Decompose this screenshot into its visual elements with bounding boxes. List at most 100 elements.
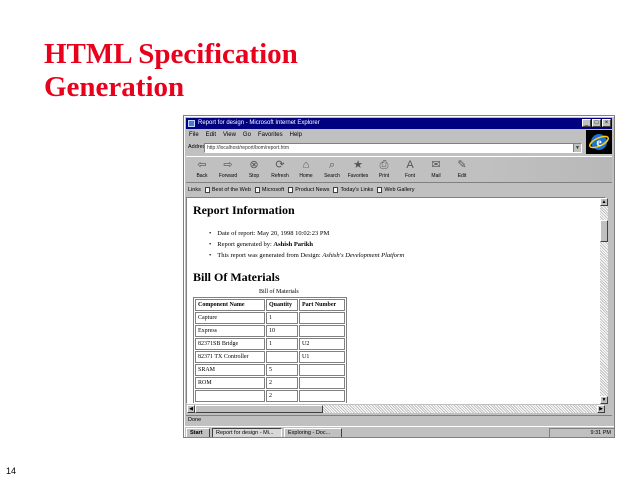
menu-file[interactable]: File (189, 130, 199, 140)
list-item: This report was generated from Design: A… (209, 250, 593, 261)
table-cell: 2 (266, 377, 298, 389)
status-text: Done (188, 417, 202, 423)
home-icon: ⌂ (302, 159, 310, 171)
report-date-value: May 20, 1998 10:02:23 PM (257, 230, 330, 237)
taskbar-item-ie[interactable]: Report for design - Mi... (212, 427, 282, 437)
print-button[interactable]: ⎙ Print (372, 157, 396, 183)
page-body: Report Information Date of report: May 2… (193, 202, 593, 403)
toolbar: ⇦ Back ⇨ Forward ⊗ Stop ⟳ Refresh ⌂ Home ⌕ Sea… (186, 156, 612, 183)
link-microsoft[interactable]: Microsoft (254, 185, 285, 195)
ie-e-logo-icon: e (589, 134, 609, 150)
table-cell (195, 390, 265, 402)
table-cell: Capture (195, 312, 265, 324)
stop-button[interactable]: ⊗ Stop (242, 157, 266, 183)
bom-heading: Bill Of Materials (193, 270, 280, 284)
ie-app-icon (188, 120, 195, 127)
forward-arrow-icon: ⇨ (223, 159, 233, 171)
font-icon: A (406, 159, 414, 171)
table-cell: U2 (299, 338, 345, 350)
column-header: Quantity (266, 299, 298, 311)
slide-title-line-1: HTML Specification (44, 38, 298, 70)
table-cell (266, 351, 298, 363)
menu-view[interactable]: View (223, 130, 236, 140)
slide-title-line-2: Generation (44, 71, 185, 103)
table-cell: 1 (266, 312, 298, 324)
search-button-label: Search (324, 173, 340, 179)
scroll-up-icon[interactable]: ▲ (600, 198, 608, 206)
scroll-right-icon[interactable]: ▶ (597, 405, 605, 413)
vertical-scrollbar[interactable]: ▲ ▼ (600, 198, 608, 404)
start-button[interactable]: Start (186, 427, 210, 437)
report-design-prefix: This report was generated from Design: (217, 252, 323, 259)
window-title: Report for design - Microsoft Internet E… (198, 120, 320, 126)
table-cell: 82371SB Bridge (195, 338, 265, 350)
system-tray: 9:31 PM (549, 427, 614, 437)
table-cell: 2 (266, 390, 298, 402)
page-link-icon (333, 187, 339, 193)
address-dropdown-icon[interactable]: ▼ (573, 143, 581, 152)
back-button[interactable]: ⇦ Back (190, 157, 214, 183)
link-web-gallery[interactable]: Web Gallery (377, 185, 414, 195)
page-content[interactable]: Report Information Date of report: May 2… (186, 197, 606, 404)
horizontal-scroll-thumb[interactable] (195, 405, 323, 413)
table-row: 82371 TX Controller U1 (195, 351, 345, 363)
mail-button-label: Mail (431, 173, 441, 179)
link-label: Product News (295, 187, 330, 193)
back-arrow-icon: ⇦ (197, 159, 207, 171)
forward-button[interactable]: ⇨ Forward (216, 157, 240, 183)
search-button[interactable]: ⌕ Search (320, 157, 344, 183)
table-cell (299, 390, 345, 402)
table-row: Express 10 (195, 325, 345, 337)
menu-go[interactable]: Go (243, 130, 251, 140)
back-button-label: Back (196, 173, 208, 179)
stop-button-label: Stop (248, 173, 260, 179)
page-link-icon (204, 187, 210, 193)
mail-icon: ✉ (431, 159, 441, 171)
edit-button[interactable]: ✎ Edit (450, 157, 474, 183)
close-button[interactable]: × (602, 119, 611, 127)
status-bar: Done (186, 415, 612, 424)
link-product-news[interactable]: Product News (288, 185, 329, 195)
refresh-button[interactable]: ⟳ Refresh (268, 157, 292, 183)
address-label: Address (188, 144, 209, 150)
scroll-down-icon[interactable]: ▼ (600, 396, 608, 404)
menu-edit[interactable]: Edit (206, 130, 216, 140)
bom-table: Component Name Quantity Part Number Capt… (193, 297, 347, 403)
favorites-button[interactable]: ★ Favorites (346, 157, 370, 183)
ie-logo-icon: e (586, 130, 612, 154)
refresh-button-label: Refresh (271, 173, 289, 179)
link-label: Microsoft (261, 187, 285, 193)
report-design-value: Ashish's Development Platform (322, 252, 405, 259)
slide-number: 14 (6, 466, 17, 476)
table-cell: ROM (195, 377, 265, 389)
window-titlebar[interactable]: Report for design - Microsoft Internet E… (186, 118, 612, 129)
address-input[interactable]: http://localhost/report/bom/report.htm ▼ (204, 142, 582, 153)
table-row: Capture 1 (195, 312, 345, 324)
font-button[interactable]: A Font (398, 157, 422, 183)
menu-favorites[interactable]: Favorites (258, 130, 283, 140)
list-item: Date of report: May 20, 1998 10:02:23 PM (209, 228, 593, 239)
maximize-button[interactable]: □ (592, 119, 601, 127)
page-link-icon (254, 187, 260, 193)
taskbar: Start Report for design - Mi... Explorin… (185, 426, 614, 437)
report-info-heading: Report Information (193, 203, 295, 217)
table-row: 82371SB Bridge 1 U2 (195, 338, 345, 350)
edit-button-label: Edit (457, 173, 467, 179)
horizontal-scrollbar[interactable]: ◀ ▶ (187, 405, 605, 413)
table-cell: 10 (266, 325, 298, 337)
mail-button[interactable]: ✉ Mail (424, 157, 448, 183)
svg-text:e: e (596, 135, 602, 149)
menu-help[interactable]: Help (290, 130, 302, 140)
scroll-left-icon[interactable]: ◀ (187, 405, 195, 413)
table-cell: 1 (266, 338, 298, 350)
table-cell: 82371 TX Controller (195, 351, 265, 363)
link-best-of-web[interactable]: Best of the Web (204, 185, 251, 195)
taskbar-item-explorer[interactable]: Exploring - Doc... (284, 427, 342, 437)
vertical-scroll-thumb[interactable] (600, 220, 608, 242)
link-todays-links[interactable]: Today's Links (333, 185, 373, 195)
minimize-button[interactable]: _ (582, 119, 591, 127)
table-row: 2 (195, 390, 345, 402)
home-button[interactable]: ⌂ Home (294, 157, 318, 183)
refresh-icon: ⟳ (275, 159, 285, 171)
table-cell (299, 325, 345, 337)
